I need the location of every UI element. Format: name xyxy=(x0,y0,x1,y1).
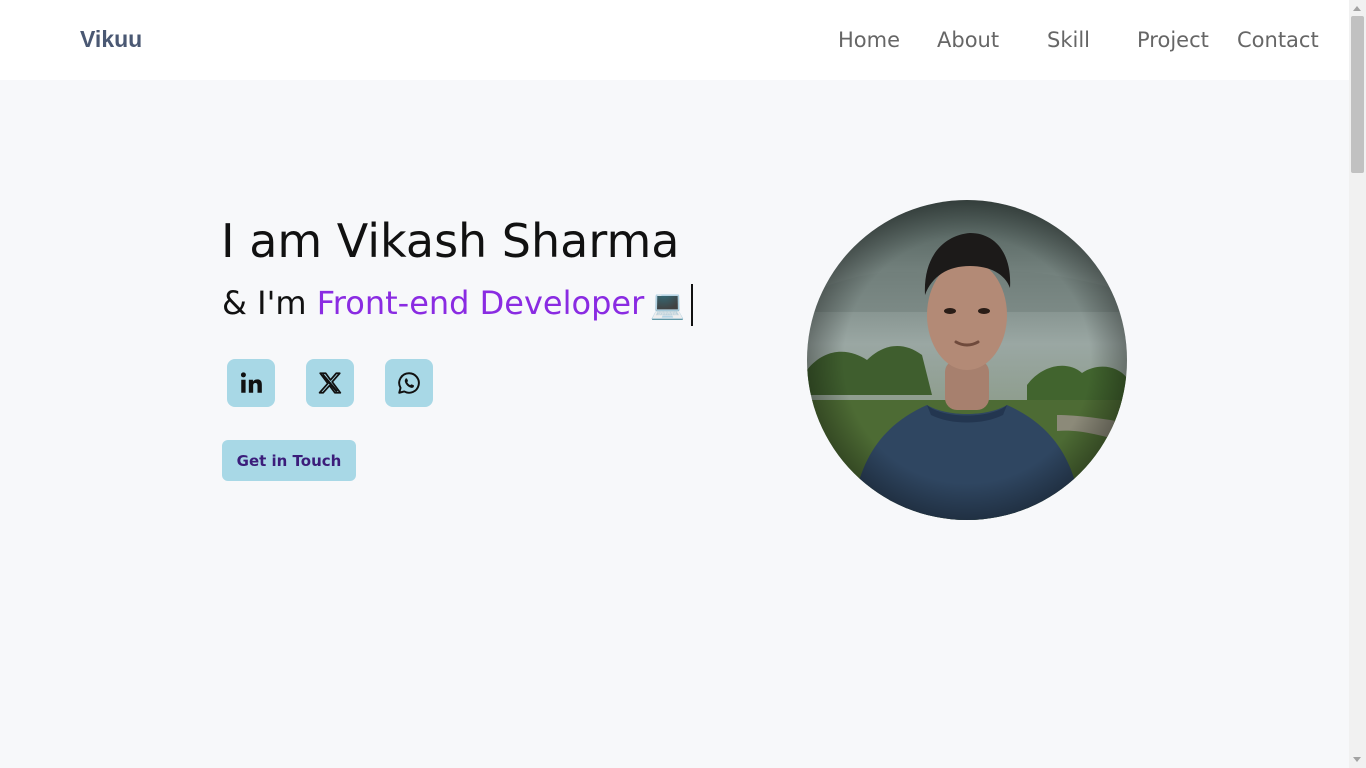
nav-link-about[interactable]: About xyxy=(937,28,999,52)
nav-link-home[interactable]: Home xyxy=(838,28,900,52)
x-button[interactable] xyxy=(306,359,354,407)
whatsapp-button[interactable] xyxy=(385,359,433,407)
scroll-up-arrow-icon[interactable] xyxy=(1353,6,1361,11)
brand-logo[interactable]: Vikuu xyxy=(80,26,142,53)
hero-subtitle: & I'm Front-end Developer 💻 xyxy=(222,284,694,326)
scroll-thumb[interactable] xyxy=(1351,16,1364,173)
laptop-emoji: 💻 xyxy=(650,288,686,321)
hero-subtitle-prefix: & I'm xyxy=(222,284,317,322)
get-in-touch-button[interactable]: Get in Touch xyxy=(222,440,356,481)
nav-link-project[interactable]: Project xyxy=(1137,28,1209,52)
nav-link-contact[interactable]: Contact xyxy=(1237,28,1319,52)
navbar: Vikuu Home About Skill Project Contact xyxy=(0,0,1349,80)
nav-link-skill[interactable]: Skill xyxy=(1047,28,1090,52)
linkedin-button[interactable] xyxy=(227,359,275,407)
typing-cursor xyxy=(691,284,694,326)
linkedin-icon xyxy=(240,372,262,393)
scroll-down-arrow-icon[interactable] xyxy=(1353,757,1361,762)
profile-photo xyxy=(807,200,1127,520)
whatsapp-icon xyxy=(398,372,420,394)
hero-title: I am Vikash Sharma xyxy=(221,214,680,268)
profile-photo-illustration xyxy=(807,200,1127,520)
x-icon xyxy=(318,372,342,394)
hero-role: Front-end Developer xyxy=(316,284,645,322)
page-scrollbar[interactable] xyxy=(1349,0,1366,768)
